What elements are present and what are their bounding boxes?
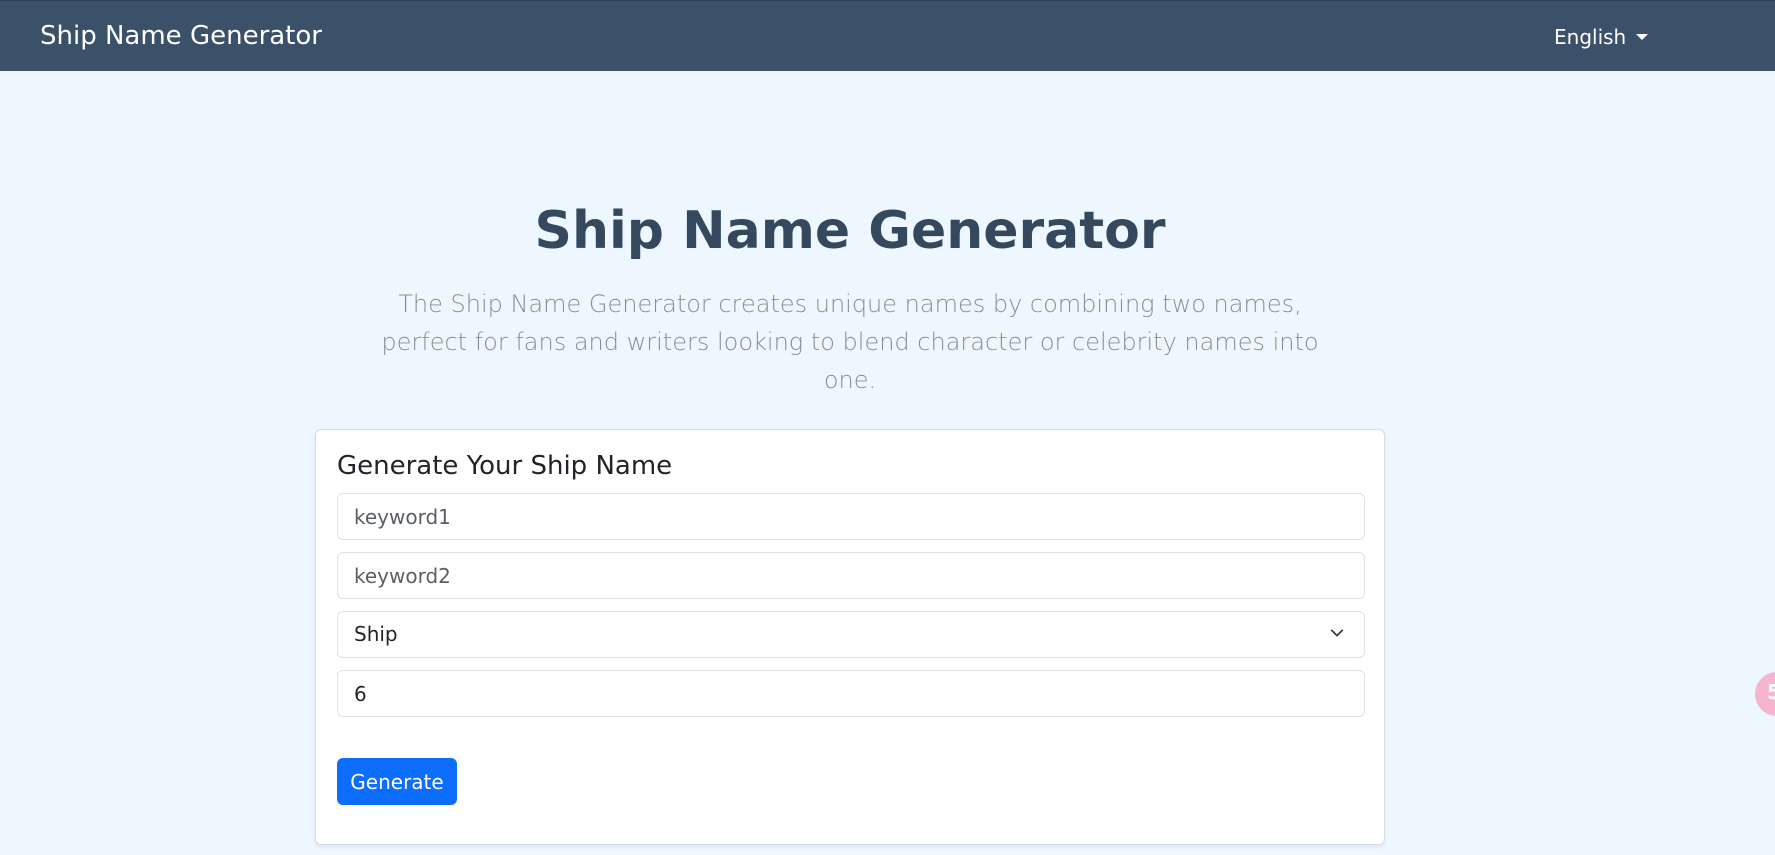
generator-card: Generate Your Ship Name Ship Generate — [315, 429, 1385, 845]
type-select-value: Ship — [354, 622, 398, 646]
top-navbar: Ship Name Generator English — [0, 0, 1775, 71]
language-dropdown[interactable]: English — [1554, 23, 1649, 51]
keyword1-input[interactable] — [337, 493, 1365, 540]
card-title: Generate Your Ship Name — [337, 451, 673, 481]
count-input[interactable] — [337, 670, 1365, 717]
keyword2-input[interactable] — [337, 552, 1365, 599]
generate-button[interactable]: Generate — [337, 758, 457, 805]
floating-widget-button[interactable]: 5 — [1755, 672, 1775, 716]
type-select[interactable]: Ship — [337, 611, 1365, 658]
page-title: Ship Name Generator — [534, 201, 1166, 261]
caret-down-icon — [1636, 34, 1649, 40]
chevron-down-icon — [1330, 629, 1344, 637]
navbar-brand[interactable]: Ship Name Generator — [40, 19, 322, 53]
page-description: The Ship Name Generator creates unique n… — [381, 290, 1319, 394]
language-label: English — [1554, 25, 1627, 49]
floating-widget-label: 5 — [1767, 680, 1775, 704]
